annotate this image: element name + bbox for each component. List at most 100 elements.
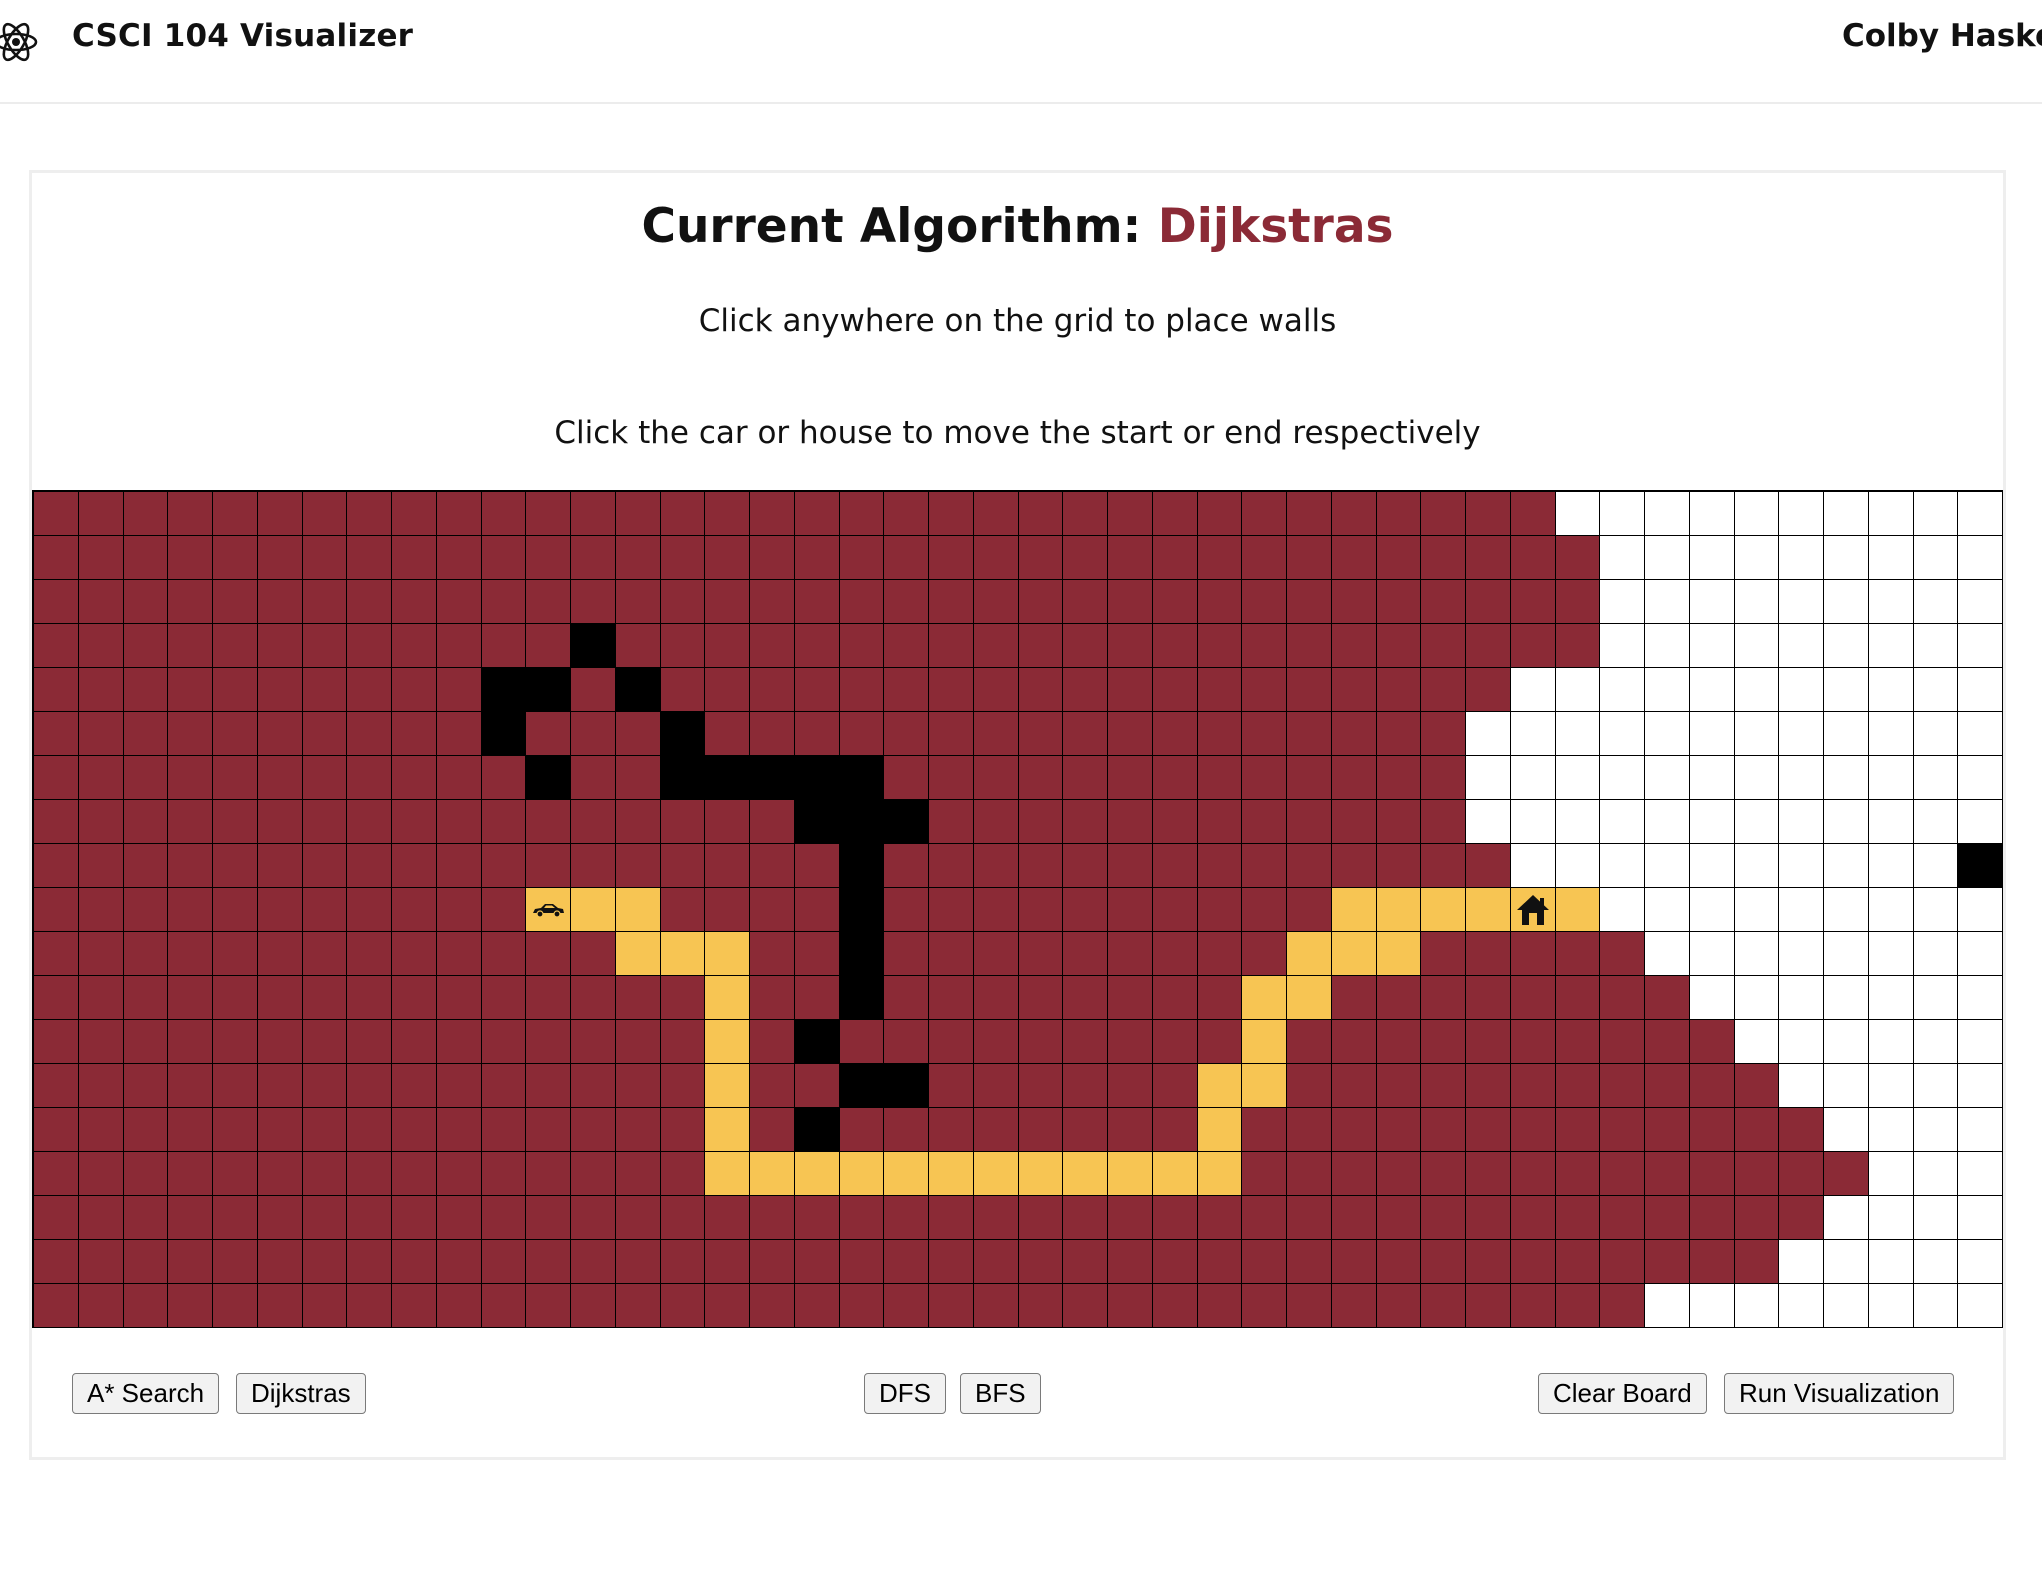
visited-cell[interactable] bbox=[213, 624, 258, 668]
unvisited-cell[interactable] bbox=[1734, 1284, 1780, 1328]
visited-cell[interactable] bbox=[1466, 844, 1511, 888]
visited-cell[interactable] bbox=[1331, 536, 1377, 580]
visited-cell[interactable] bbox=[973, 888, 1019, 932]
visited-cell[interactable] bbox=[705, 844, 750, 888]
unvisited-cell[interactable] bbox=[1689, 976, 1735, 1020]
visited-cell[interactable] bbox=[1018, 624, 1064, 668]
visited-cell[interactable] bbox=[1197, 712, 1243, 756]
unvisited-cell[interactable] bbox=[1824, 1020, 1869, 1064]
visited-cell[interactable] bbox=[123, 580, 169, 624]
visited-cell[interactable] bbox=[168, 1108, 213, 1152]
visited-cell[interactable] bbox=[1197, 1284, 1243, 1328]
visited-cell[interactable] bbox=[1331, 844, 1377, 888]
path-cell[interactable] bbox=[1063, 1152, 1108, 1196]
visited-cell[interactable] bbox=[1108, 1064, 1153, 1108]
unvisited-cell[interactable] bbox=[1689, 580, 1735, 624]
visited-cell[interactable] bbox=[705, 624, 750, 668]
wall-cell[interactable] bbox=[884, 800, 929, 844]
dfs-button[interactable]: DFS bbox=[864, 1373, 946, 1414]
path-cell[interactable] bbox=[1242, 976, 1287, 1020]
visited-cell[interactable] bbox=[1152, 888, 1198, 932]
visited-cell[interactable] bbox=[302, 888, 348, 932]
path-cell[interactable] bbox=[1152, 1152, 1198, 1196]
visited-cell[interactable] bbox=[436, 712, 482, 756]
visited-cell[interactable] bbox=[526, 1020, 571, 1064]
path-cell[interactable] bbox=[1421, 888, 1466, 932]
visited-cell[interactable] bbox=[929, 668, 974, 712]
visited-cell[interactable] bbox=[794, 580, 840, 624]
visited-cell[interactable] bbox=[436, 976, 482, 1020]
visited-cell[interactable] bbox=[750, 668, 795, 712]
visited-cell[interactable] bbox=[1152, 536, 1198, 580]
visited-cell[interactable] bbox=[1331, 976, 1377, 1020]
visited-cell[interactable] bbox=[884, 932, 929, 976]
visited-cell[interactable] bbox=[1152, 1064, 1198, 1108]
visited-cell[interactable] bbox=[1466, 1152, 1511, 1196]
visited-cell[interactable] bbox=[1555, 932, 1601, 976]
visited-cell[interactable] bbox=[615, 756, 661, 800]
path-cell[interactable] bbox=[615, 888, 661, 932]
unvisited-cell[interactable] bbox=[1779, 712, 1824, 756]
visited-cell[interactable] bbox=[526, 580, 571, 624]
unvisited-cell[interactable] bbox=[1734, 756, 1780, 800]
visited-cell[interactable] bbox=[1555, 580, 1601, 624]
visited-cell[interactable] bbox=[392, 1020, 437, 1064]
visited-cell[interactable] bbox=[168, 756, 213, 800]
visited-cell[interactable] bbox=[1063, 492, 1108, 536]
unvisited-cell[interactable] bbox=[1779, 888, 1824, 932]
visited-cell[interactable] bbox=[839, 624, 885, 668]
visited-cell[interactable] bbox=[526, 1240, 571, 1284]
visited-cell[interactable] bbox=[615, 492, 661, 536]
visited-cell[interactable] bbox=[481, 1240, 527, 1284]
visited-cell[interactable] bbox=[168, 668, 213, 712]
visited-cell[interactable] bbox=[392, 888, 437, 932]
unvisited-cell[interactable] bbox=[1824, 800, 1869, 844]
visited-cell[interactable] bbox=[436, 888, 482, 932]
visited-cell[interactable] bbox=[257, 844, 303, 888]
visited-cell[interactable] bbox=[1376, 976, 1422, 1020]
visited-cell[interactable] bbox=[481, 1108, 527, 1152]
visited-cell[interactable] bbox=[884, 668, 929, 712]
visited-cell[interactable] bbox=[1018, 800, 1064, 844]
visited-cell[interactable] bbox=[1287, 712, 1332, 756]
visited-cell[interactable] bbox=[750, 1284, 795, 1328]
visited-cell[interactable] bbox=[1152, 1108, 1198, 1152]
visited-cell[interactable] bbox=[1466, 1196, 1511, 1240]
car-icon[interactable] bbox=[526, 888, 570, 931]
visited-cell[interactable] bbox=[168, 1284, 213, 1328]
wall-cell[interactable] bbox=[839, 1064, 885, 1108]
unvisited-cell[interactable] bbox=[1689, 668, 1735, 712]
visited-cell[interactable] bbox=[973, 712, 1019, 756]
visited-cell[interactable] bbox=[1018, 976, 1064, 1020]
visited-cell[interactable] bbox=[526, 976, 571, 1020]
visited-cell[interactable] bbox=[884, 624, 929, 668]
path-cell[interactable] bbox=[705, 1108, 750, 1152]
unvisited-cell[interactable] bbox=[1958, 580, 2003, 624]
visited-cell[interactable] bbox=[1421, 668, 1466, 712]
visited-cell[interactable] bbox=[1197, 536, 1243, 580]
visited-cell[interactable] bbox=[1242, 668, 1287, 712]
unvisited-cell[interactable] bbox=[1913, 1196, 1959, 1240]
unvisited-cell[interactable] bbox=[1600, 668, 1645, 712]
unvisited-cell[interactable] bbox=[1734, 976, 1780, 1020]
visited-cell[interactable] bbox=[884, 536, 929, 580]
unvisited-cell[interactable] bbox=[1645, 492, 1690, 536]
visited-cell[interactable] bbox=[1466, 536, 1511, 580]
visited-cell[interactable] bbox=[168, 624, 213, 668]
visited-cell[interactable] bbox=[34, 580, 79, 624]
visited-cell[interactable] bbox=[392, 756, 437, 800]
unvisited-cell[interactable] bbox=[1868, 580, 1914, 624]
visited-cell[interactable] bbox=[705, 536, 750, 580]
unvisited-cell[interactable] bbox=[1913, 712, 1959, 756]
visited-cell[interactable] bbox=[34, 1020, 79, 1064]
visited-cell[interactable] bbox=[794, 1196, 840, 1240]
visited-cell[interactable] bbox=[660, 1152, 706, 1196]
visited-cell[interactable] bbox=[78, 1240, 124, 1284]
house-icon[interactable] bbox=[1511, 888, 1555, 931]
visited-cell[interactable] bbox=[257, 976, 303, 1020]
unvisited-cell[interactable] bbox=[1824, 888, 1869, 932]
unvisited-cell[interactable] bbox=[1913, 932, 1959, 976]
unvisited-cell[interactable] bbox=[1913, 624, 1959, 668]
visited-cell[interactable] bbox=[884, 712, 929, 756]
visited-cell[interactable] bbox=[1421, 624, 1466, 668]
